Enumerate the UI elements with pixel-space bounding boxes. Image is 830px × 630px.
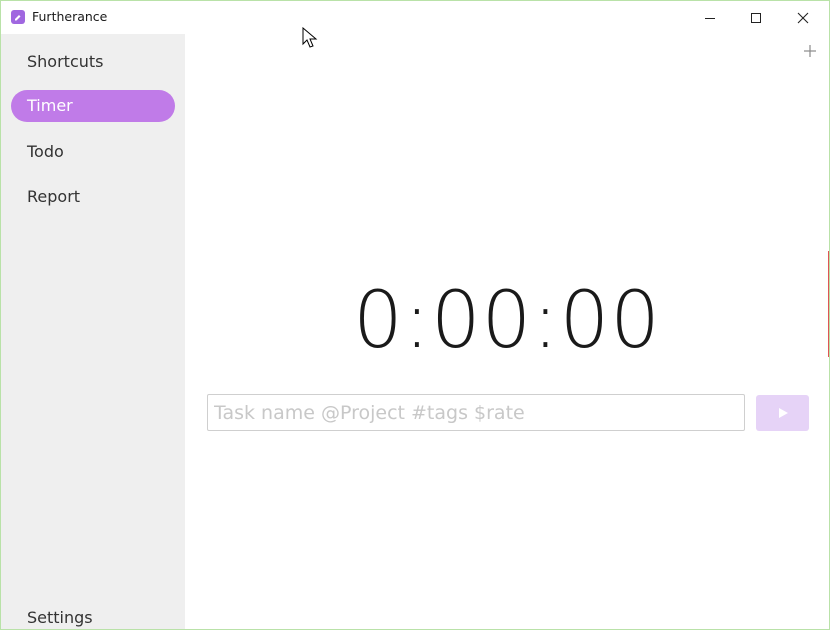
timer-page: 0:00:00 (185, 34, 829, 629)
maximize-icon (751, 12, 761, 23)
play-icon (778, 408, 788, 418)
app-window: Furtherance Shortcuts Timer Todo Report … (0, 0, 830, 630)
task-name-input[interactable] (207, 394, 745, 431)
sidebar-item-settings[interactable]: Settings (11, 602, 175, 629)
close-button[interactable] (780, 1, 826, 34)
plus-icon (804, 45, 816, 57)
app-title: Furtherance (32, 9, 108, 24)
maximize-button[interactable] (733, 1, 779, 34)
sidebar-item-shortcuts[interactable]: Shortcuts (11, 46, 175, 78)
sidebar-item-report[interactable]: Report (11, 181, 175, 213)
minimize-button[interactable] (687, 1, 733, 34)
minimize-icon (705, 17, 715, 19)
sidebar-item-todo[interactable]: Todo (11, 136, 175, 168)
title-bar[interactable]: Furtherance (1, 1, 829, 34)
sidebar-item-timer[interactable]: Timer (11, 90, 175, 122)
mouse-cursor-icon (302, 27, 318, 48)
sidebar: Shortcuts Timer Todo Report Settings (1, 34, 185, 629)
timer-display: 0:00:00 (353, 276, 661, 366)
add-button[interactable] (800, 41, 820, 61)
start-timer-button[interactable] (756, 395, 809, 431)
close-icon (797, 12, 809, 23)
furtherance-app-icon (11, 10, 25, 24)
